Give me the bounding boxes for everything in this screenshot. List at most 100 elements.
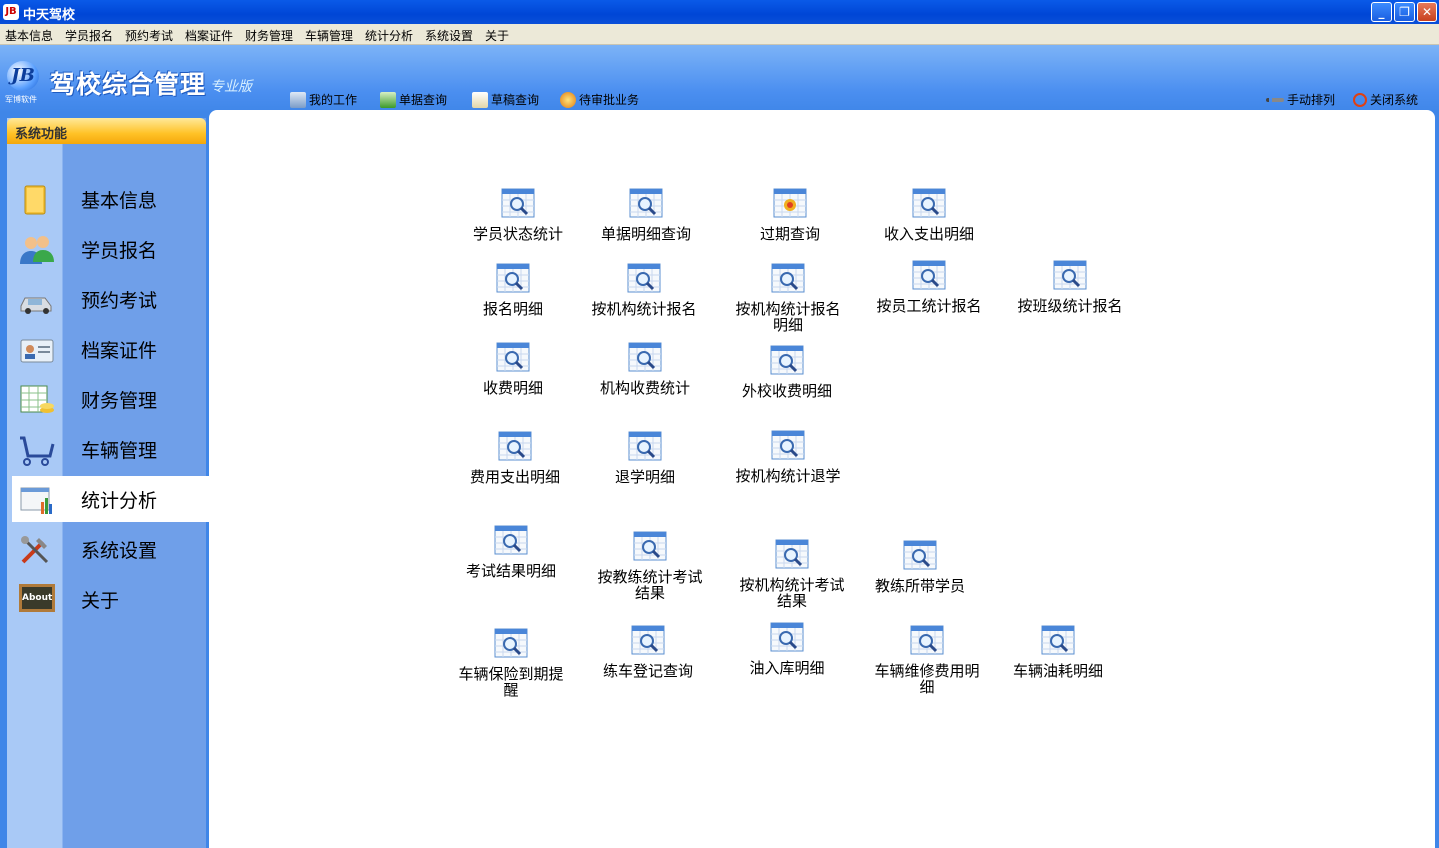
- sidebar-item-archives[interactable]: 档案证件: [7, 326, 208, 372]
- function-label: 按机构统计退学: [735, 467, 841, 485]
- function-shortcut[interactable]: 退学明细: [580, 431, 710, 485]
- about-board-text: About: [22, 593, 53, 603]
- function-shortcut[interactable]: 按机构统计报名: [579, 263, 709, 317]
- sidebar-item-vehicles[interactable]: 车辆管理: [7, 426, 208, 472]
- report-search-icon: [496, 263, 530, 293]
- function-label: 按机构统计报名明细: [735, 300, 841, 334]
- function-shortcut[interactable]: 教练所带学员: [855, 540, 985, 594]
- function-shortcut[interactable]: 机构收费统计: [580, 342, 710, 396]
- users-icon: [20, 236, 54, 264]
- report-search-icon: [494, 628, 528, 658]
- arrange-icon: [1266, 97, 1284, 102]
- menu-basic-info[interactable]: 基本信息: [5, 27, 53, 44]
- menu-vehicles[interactable]: 车辆管理: [305, 27, 353, 44]
- function-shortcut[interactable]: 考试结果明细: [446, 525, 576, 579]
- tool-pending-approval[interactable]: 待审批业务: [560, 91, 639, 108]
- tool-my-work[interactable]: 我的工作: [290, 91, 357, 108]
- function-shortcut[interactable]: 报名明细: [448, 263, 578, 317]
- report-search-icon: [775, 539, 809, 569]
- function-shortcut[interactable]: 过期查询: [725, 188, 855, 242]
- pending-clock-icon: [560, 91, 576, 108]
- menu-student-signup[interactable]: 学员报名: [65, 27, 113, 44]
- function-label: 车辆油耗明细: [1012, 662, 1103, 680]
- menu-statistics[interactable]: 统计分析: [365, 27, 413, 44]
- report-search-icon: [770, 345, 804, 375]
- report-search-icon: [1041, 625, 1075, 655]
- function-label: 按机构统计报名: [591, 300, 697, 318]
- menu-finance[interactable]: 财务管理: [245, 27, 293, 44]
- tool-receipt-query[interactable]: 单据查询: [380, 91, 447, 108]
- sidebar-item-statistics[interactable]: 统计分析: [12, 476, 212, 522]
- menu-settings[interactable]: 系统设置: [425, 27, 473, 44]
- function-label: 机构收费统计: [599, 379, 690, 397]
- function-shortcut[interactable]: 外校收费明细: [722, 345, 852, 399]
- tool-label: 关闭系统: [1370, 93, 1419, 107]
- report-search-icon: [628, 431, 662, 461]
- finance-icon: [20, 385, 54, 413]
- tool-manual-arrange[interactable]: 手动排列: [1266, 91, 1335, 108]
- function-shortcut[interactable]: 按机构统计退学: [723, 430, 853, 484]
- about-board-icon: About: [19, 584, 55, 612]
- minimize-button[interactable]: _: [1371, 2, 1392, 22]
- function-shortcut[interactable]: 学员状态统计: [453, 188, 583, 242]
- function-shortcut[interactable]: 车辆油耗明细: [993, 625, 1123, 679]
- tool-draft-query[interactable]: 草稿查询: [472, 91, 539, 108]
- sidebar: 系统功能 基本信息 学员报名 预约考试 档案证件 财务管理 车辆管理 统计分析 …: [7, 118, 212, 848]
- function-shortcut[interactable]: 油入库明细: [722, 622, 852, 676]
- function-label: 报名明细: [482, 300, 543, 318]
- function-label: 学员状态统计: [472, 225, 563, 243]
- sidebar-item-about[interactable]: About 关于: [7, 576, 208, 622]
- sidebar-item-finance[interactable]: 财务管理: [7, 376, 208, 422]
- sidebar-item-exam-booking[interactable]: 预约考试: [7, 276, 208, 322]
- function-label: 退学明细: [614, 468, 675, 486]
- report-search-icon: [627, 263, 661, 293]
- function-shortcut[interactable]: 车辆维修费用明细: [862, 625, 992, 695]
- tool-label: 手动排列: [1287, 93, 1336, 107]
- function-shortcut[interactable]: 车辆保险到期提醒: [446, 628, 576, 698]
- function-label: 收费明细: [482, 379, 543, 397]
- function-label: 费用支出明细: [469, 468, 560, 486]
- draft-icon: [472, 91, 488, 108]
- restore-button[interactable]: ❐: [1394, 2, 1415, 22]
- menu-bar: 基本信息 学员报名 预约考试 档案证件 财务管理 车辆管理 统计分析 系统设置 …: [0, 24, 1439, 45]
- function-shortcut[interactable]: 按机构统计考试结果: [727, 539, 857, 609]
- function-shortcut[interactable]: 按员工统计报名: [864, 260, 994, 314]
- function-shortcut[interactable]: 收费明细: [448, 342, 578, 396]
- function-shortcut[interactable]: 单据明细查询: [581, 188, 711, 242]
- function-shortcut[interactable]: 按机构统计报名明细: [723, 263, 853, 333]
- sidebar-item-student-signup[interactable]: 学员报名: [7, 226, 208, 272]
- sidebar-item-label: 系统设置: [81, 540, 158, 562]
- report-search-icon: [910, 625, 944, 655]
- function-label: 油入库明细: [749, 659, 825, 677]
- function-label: 考试结果明细: [465, 562, 556, 580]
- title-bar: JB 中天驾校 _ ❐ ✕: [0, 0, 1439, 24]
- function-shortcut[interactable]: 练车登记查询: [583, 625, 713, 679]
- sidebar-item-label: 学员报名: [81, 240, 158, 262]
- vehicle-icon: [20, 436, 55, 466]
- sidebar-item-label: 关于: [81, 590, 120, 612]
- app-icon: JB: [3, 4, 19, 20]
- function-label: 车辆保险到期提醒: [458, 665, 564, 699]
- menu-about[interactable]: 关于: [485, 27, 509, 44]
- report-search-icon: [494, 525, 528, 555]
- tool-label: 草稿查询: [491, 93, 540, 107]
- function-shortcut[interactable]: 按班级统计报名: [1005, 260, 1135, 314]
- chart-icon: [20, 487, 52, 514]
- sidebar-item-label: 档案证件: [81, 340, 158, 362]
- menu-archives[interactable]: 档案证件: [185, 27, 233, 44]
- sidebar-item-basic-info[interactable]: 基本信息: [7, 176, 208, 222]
- tool-close-system[interactable]: 关闭系统: [1353, 91, 1418, 108]
- header: JB 军博软件 驾校综合管理 专业版 我的工作 单据查询 草稿查询 待审批业务 …: [0, 45, 1439, 113]
- function-shortcut[interactable]: 收入支出明细: [864, 188, 994, 242]
- sidebar-item-label: 统计分析: [81, 490, 158, 512]
- close-button[interactable]: ✕: [1417, 2, 1437, 22]
- function-shortcut[interactable]: 费用支出明细: [450, 431, 580, 485]
- report-search-icon: [498, 431, 532, 461]
- sidebar-title: 系统功能: [7, 118, 206, 144]
- receipt-search-icon: [380, 91, 396, 108]
- function-shortcut[interactable]: 按教练统计考试结果: [585, 531, 715, 601]
- menu-exam-booking[interactable]: 预约考试: [125, 27, 173, 44]
- report-search-icon: [628, 342, 662, 372]
- sidebar-item-settings[interactable]: 系统设置: [7, 526, 208, 572]
- report-search-icon: [629, 188, 663, 218]
